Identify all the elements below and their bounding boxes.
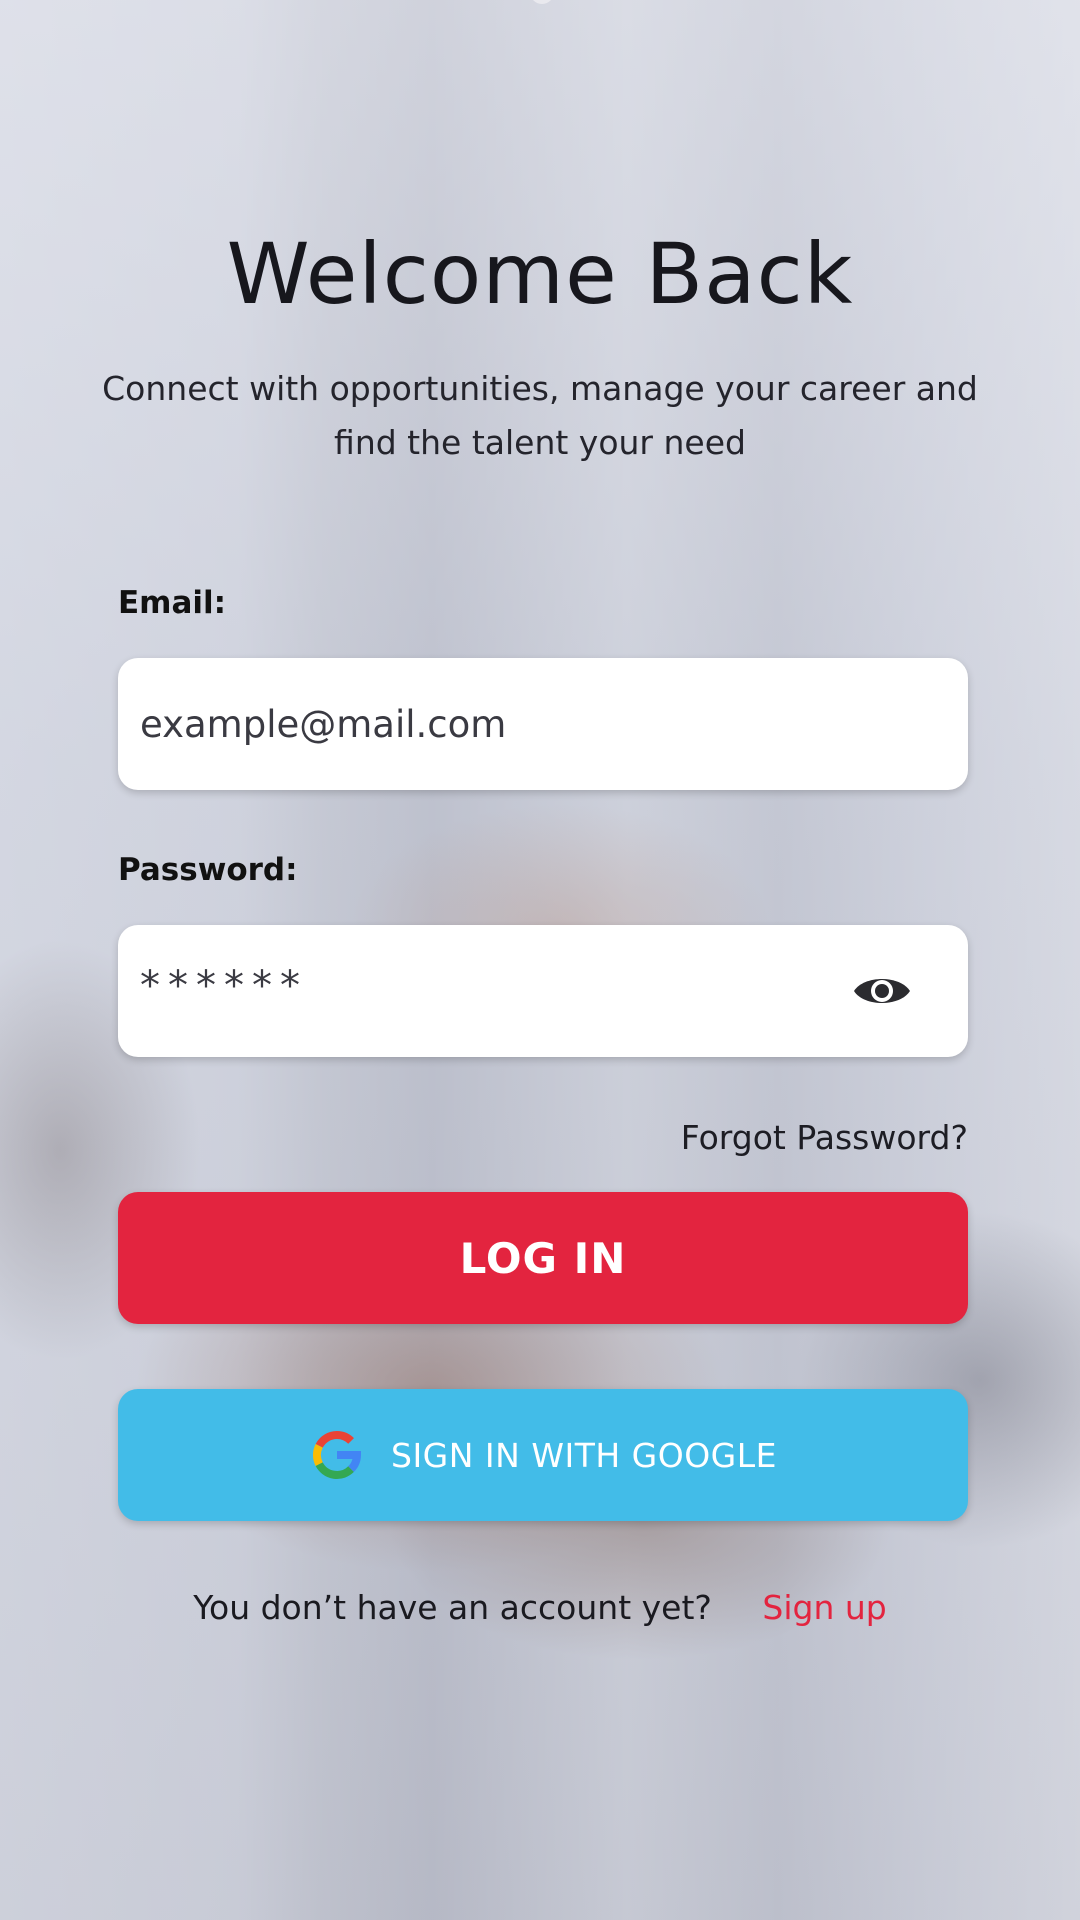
login-button-label: LOG IN [459,1233,627,1283]
google-icon [309,1427,365,1483]
signup-link[interactable]: Sign up [762,1588,886,1627]
eye-icon[interactable] [850,959,914,1023]
password-label: Password: [118,852,298,888]
forgot-password-link[interactable]: Forgot Password? [681,1118,968,1157]
signup-question: You don’t have an account yet? [193,1588,712,1627]
password-field[interactable]: ****** [118,925,968,1057]
google-signin-button[interactable]: SIGN IN WITH GOOGLE [118,1389,968,1521]
login-button[interactable]: LOG IN [118,1192,968,1324]
page-title: Welcome Back [226,225,854,323]
page-subtitle: Connect with opportunities, manage your … [70,362,1010,470]
email-value: example@mail.com [140,702,507,746]
password-value: ****** [140,963,308,1009]
email-label: Email: [118,585,227,621]
login-screen: Welcome Back Connect with opportunities,… [0,0,1080,1920]
subtitle-line-2: find the talent your need [334,423,746,462]
subtitle-line-1: Connect with opportunities, manage your … [102,369,978,408]
signup-prompt: You don’t have an account yet? Sign up [0,1588,1080,1627]
google-signin-label: SIGN IN WITH GOOGLE [391,1435,777,1475]
email-field[interactable]: example@mail.com [118,658,968,790]
